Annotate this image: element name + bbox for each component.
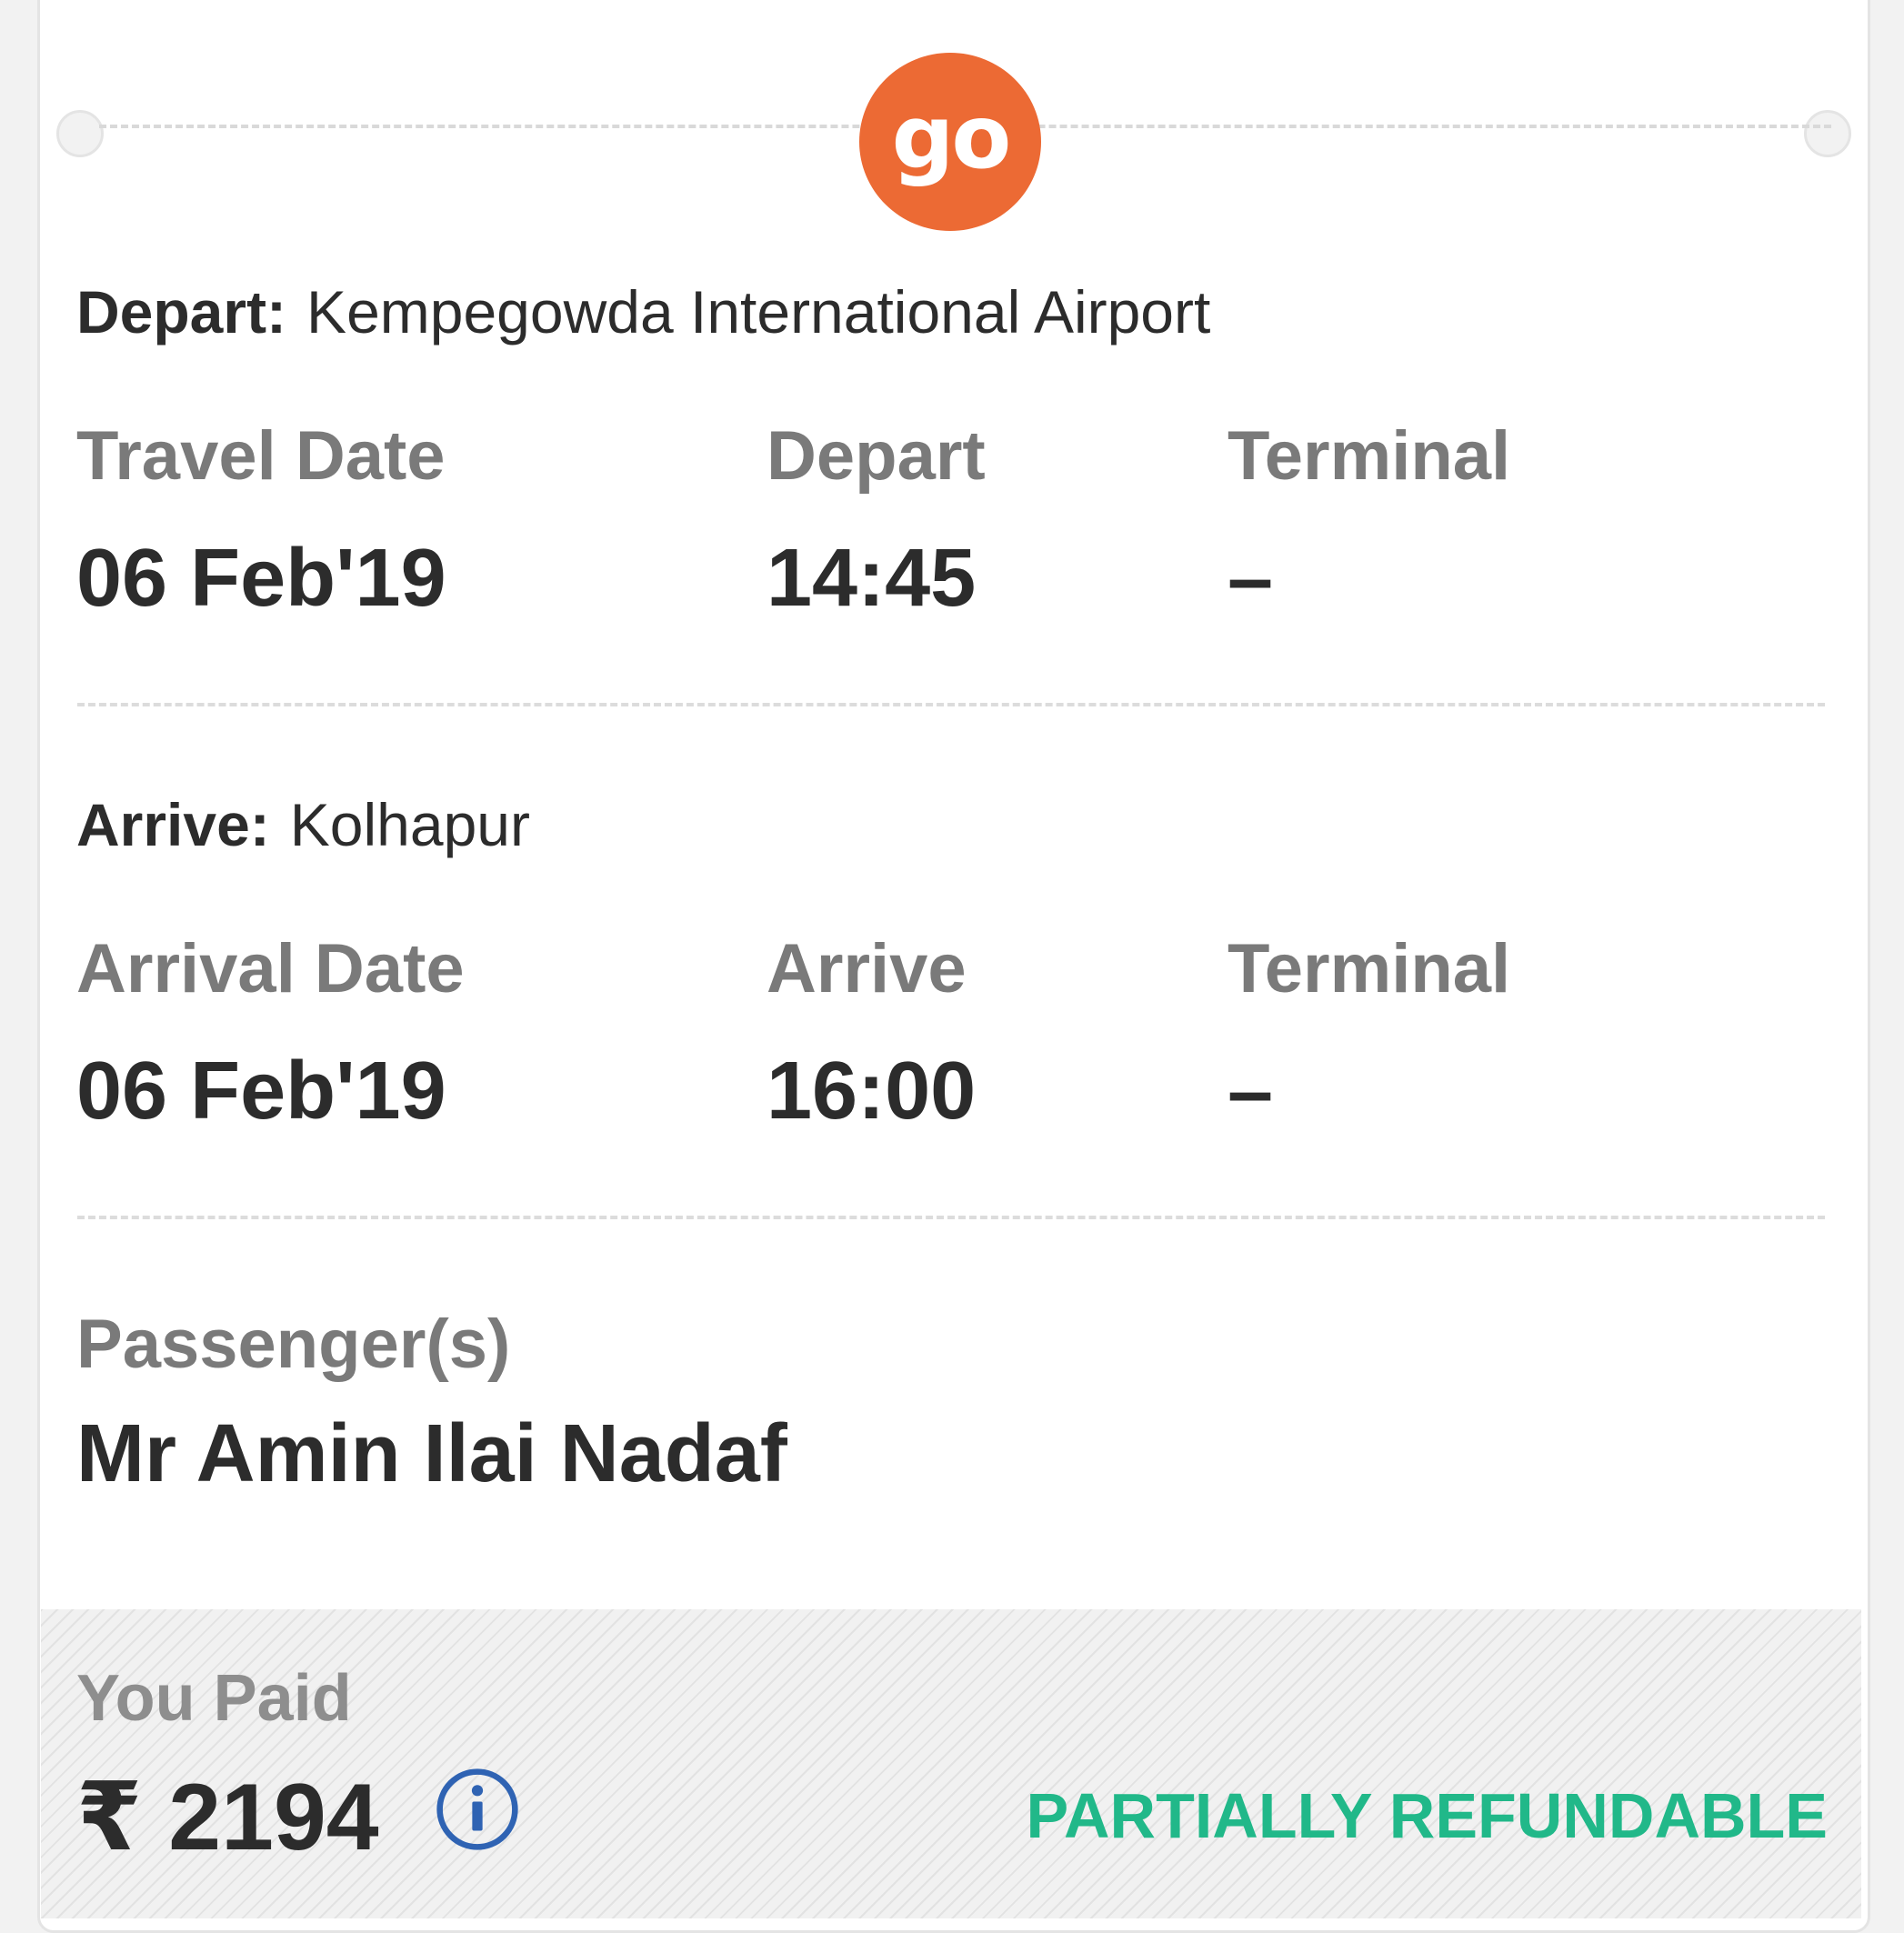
departure-terminal-label: Terminal bbox=[1228, 417, 1511, 495]
arrival-date-label: Arrival Date bbox=[76, 930, 465, 1007]
travel-date-value: 06 Feb'19 bbox=[76, 533, 446, 624]
info-icon[interactable] bbox=[435, 1767, 520, 1852]
passengers-label: Passenger(s) bbox=[76, 1306, 511, 1383]
airline-logo: go bbox=[859, 53, 1041, 231]
passenger-name: Mr Amin Ilai Nadaf bbox=[76, 1408, 787, 1499]
currency-symbol: ₹ bbox=[76, 1765, 143, 1870]
arrival-label: Arrive: bbox=[76, 791, 270, 858]
arrival-terminal-value: – bbox=[1228, 1046, 1274, 1137]
refund-status: PARTIALLY REFUNDABLE bbox=[1026, 1780, 1828, 1851]
section-divider bbox=[77, 703, 1825, 706]
departure-terminal-value: – bbox=[1228, 533, 1274, 624]
section-divider bbox=[77, 1216, 1825, 1219]
departure-label: Depart: bbox=[76, 278, 287, 346]
arrival-location: Arrive: Kolhapur bbox=[76, 790, 530, 859]
depart-time-value: 14:45 bbox=[767, 533, 977, 624]
arrive-time-value: 16:00 bbox=[767, 1046, 977, 1137]
amount-value: 2194 bbox=[168, 1765, 379, 1870]
arrival-terminal-label: Terminal bbox=[1228, 930, 1511, 1007]
arrive-time-label: Arrive bbox=[767, 930, 967, 1007]
airline-logo-text: go bbox=[891, 86, 1012, 188]
depart-time-label: Depart bbox=[767, 417, 986, 495]
ticket-notch-right bbox=[1804, 110, 1851, 157]
departure-airport: Kempegowda International Airport bbox=[306, 278, 1211, 346]
arrival-airport: Kolhapur bbox=[289, 791, 530, 858]
amount-paid: ₹ 2194 bbox=[76, 1761, 379, 1872]
you-paid-label: You Paid bbox=[76, 1662, 352, 1735]
travel-date-label: Travel Date bbox=[76, 417, 446, 495]
ticket-notch-left bbox=[56, 110, 104, 157]
arrival-date-value: 06 Feb'19 bbox=[76, 1046, 446, 1137]
departure-location: Depart: Kempegowda International Airport bbox=[76, 277, 1210, 346]
